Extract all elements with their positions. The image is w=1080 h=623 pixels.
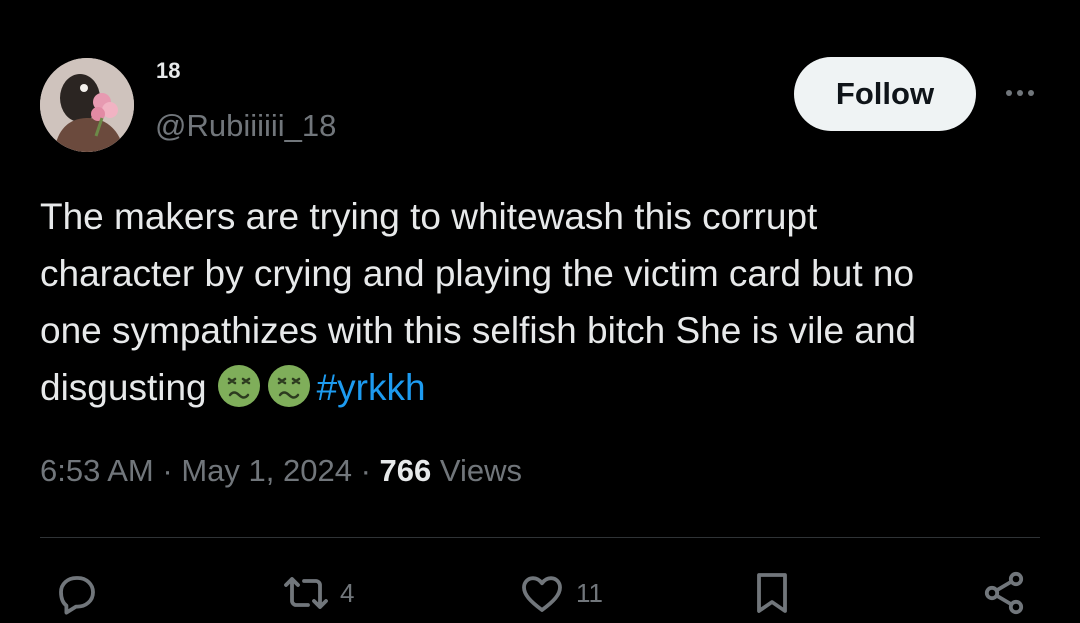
nauseated-face-emoji (267, 365, 310, 407)
retweet-icon (284, 577, 328, 609)
avatar[interactable] (40, 58, 134, 152)
tweet-meta: 6:53 AM · May 1, 2024 · 766 Views (40, 453, 522, 489)
divider (40, 537, 1040, 538)
tweet-text-line: one sympathizes with this selfish bitch … (40, 310, 917, 351)
nauseated-face-emoji (217, 365, 260, 407)
reply-button[interactable] (52, 568, 100, 618)
like-button[interactable]: 11 (518, 568, 603, 618)
more-horizontal-icon[interactable] (1000, 78, 1040, 108)
tweet-text-line: The makers are trying to whitewash this … (40, 196, 818, 237)
follow-button[interactable]: Follow (794, 57, 976, 131)
bookmark-button[interactable] (748, 568, 796, 618)
heart-icon (522, 576, 562, 612)
tweet-text-line: disgusting (40, 367, 207, 408)
tweet-time[interactable]: 6:53 AM (40, 453, 154, 488)
views-count: 766 (379, 453, 432, 488)
retweet-count: 4 (340, 577, 355, 608)
tweet-text: The makers are trying to whitewash this … (40, 188, 1040, 416)
tweet-text-line: character by crying and playing the vict… (40, 253, 915, 294)
user-handle[interactable]: @Rubiiiiii_18 (155, 108, 336, 144)
like-count: 11 (576, 577, 603, 608)
tweet-date[interactable]: May 1, 2024 (181, 453, 352, 488)
views-label: Views (439, 453, 523, 488)
hashtag-link[interactable]: #yrkkh (317, 367, 426, 408)
reply-icon (59, 576, 95, 615)
display-name[interactable]: 18 (156, 58, 180, 84)
share-icon (984, 571, 1024, 615)
meta-separator: · (162, 453, 173, 488)
meta-separator: · (360, 453, 371, 488)
retweet-button[interactable]: 4 (282, 568, 354, 618)
share-button[interactable] (980, 568, 1028, 618)
bookmark-icon (757, 573, 787, 613)
avatar-image (40, 58, 134, 152)
